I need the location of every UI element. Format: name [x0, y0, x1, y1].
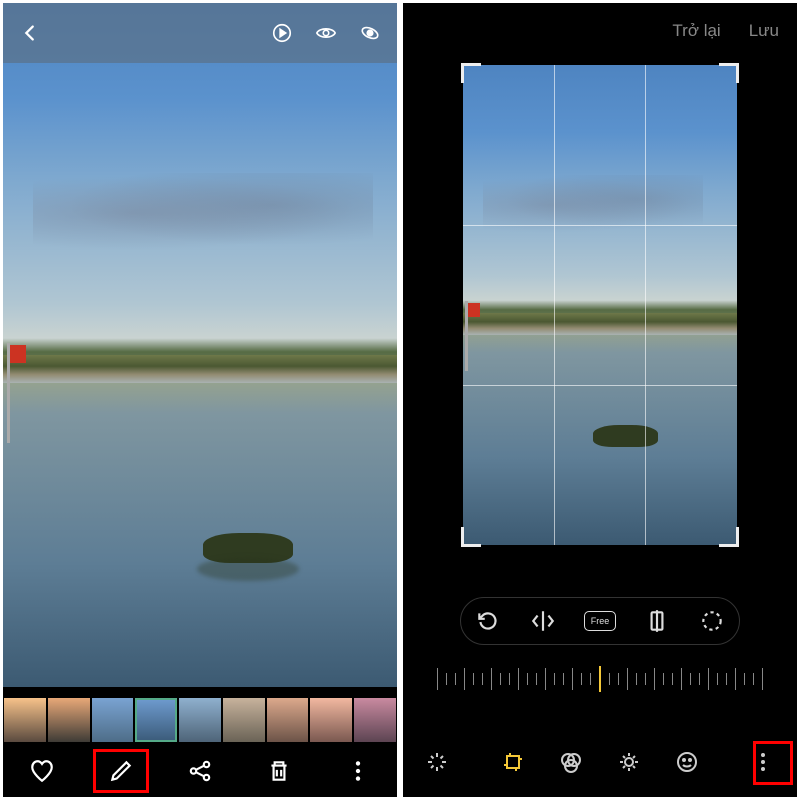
ruler-tick [762, 668, 763, 690]
ruler-tick [572, 668, 573, 690]
aspect-free-icon[interactable]: Free [584, 611, 616, 631]
crop-handle-br[interactable] [719, 527, 739, 547]
photo-flag [10, 345, 26, 363]
photo-main[interactable] [3, 3, 397, 687]
thumbnail[interactable] [92, 698, 134, 742]
dynamic-view-icon[interactable] [359, 22, 381, 44]
ruler-tick [627, 668, 628, 690]
crop-cloud [483, 175, 703, 235]
ruler-tick [446, 673, 447, 685]
ruler-tick [636, 673, 637, 685]
ruler-tick [437, 668, 438, 690]
ruler-tick [554, 673, 555, 685]
ruler-tick [581, 673, 582, 685]
crop-flag [465, 301, 468, 371]
rotation-ruler[interactable] [423, 659, 777, 699]
editor-bottom-bar [403, 727, 797, 797]
thumbnail[interactable] [48, 698, 90, 742]
ruler-tick [536, 673, 537, 685]
ruler-tick [744, 673, 745, 685]
thumbnail-strip[interactable] [3, 695, 397, 745]
transform-icon[interactable] [501, 750, 525, 774]
crop-island [593, 425, 658, 447]
viewer-top-actions [271, 22, 381, 44]
favorite-icon[interactable] [29, 758, 55, 784]
ruler-tick [563, 673, 564, 685]
photo-shoreline [3, 355, 397, 383]
ruler-tick [599, 666, 601, 692]
ruler-tick [590, 673, 591, 685]
viewer-top-bar [3, 3, 397, 63]
ruler-tick [654, 668, 655, 690]
crop-shore [463, 313, 737, 335]
thumbnail[interactable] [135, 698, 177, 742]
grid-line [463, 385, 737, 386]
crop-photo [463, 65, 737, 545]
thumbnail[interactable] [4, 698, 46, 742]
thumbnail[interactable] [267, 698, 309, 742]
ruler-tick [726, 673, 727, 685]
photo-island [203, 533, 293, 563]
ruler-tick [455, 673, 456, 685]
thumbnail[interactable] [223, 698, 265, 742]
ruler-tick [545, 668, 546, 690]
lasso-icon[interactable] [699, 608, 725, 634]
ruler-tick [527, 673, 528, 685]
crop-handle-tl[interactable] [461, 63, 481, 83]
crop-frame[interactable] [463, 65, 737, 545]
ruler-tick [609, 673, 610, 685]
ruler-tick [690, 673, 691, 685]
crop-handle-bl[interactable] [461, 527, 481, 547]
ruler-tick [672, 673, 673, 685]
ruler-tick [663, 673, 664, 685]
perspective-icon[interactable] [644, 608, 670, 634]
thumbnail[interactable] [354, 698, 396, 742]
back-button[interactable] [19, 22, 41, 44]
ruler-tick [645, 673, 646, 685]
ruler-tick [708, 668, 709, 690]
viewer-bottom-bar [3, 745, 397, 797]
photo-cloud [33, 173, 373, 253]
rotate-icon[interactable] [475, 608, 501, 634]
back-button[interactable]: Trở lại [672, 21, 720, 41]
aspect-free-label: Free [591, 616, 610, 626]
auto-icon[interactable] [425, 750, 449, 774]
share-icon[interactable] [187, 758, 213, 784]
save-button[interactable]: Lưu [749, 21, 779, 41]
ruler-tick [753, 673, 754, 685]
editor-top-bar: Trở lại Lưu [403, 3, 797, 59]
ruler-tick [491, 668, 492, 690]
thumbnail[interactable] [179, 698, 221, 742]
motion-photo-icon[interactable] [271, 22, 293, 44]
ruler-tick [518, 668, 519, 690]
flip-icon[interactable] [530, 608, 556, 634]
edit-icon[interactable] [108, 758, 134, 784]
ruler-tick [473, 673, 474, 685]
grid-line [554, 65, 555, 545]
crop-handle-tr[interactable] [719, 63, 739, 83]
ruler-tick [482, 673, 483, 685]
visibility-icon[interactable] [315, 22, 337, 44]
thumbnail[interactable] [310, 698, 352, 742]
delete-icon[interactable] [266, 758, 292, 784]
ruler-tick [500, 673, 501, 685]
more-icon[interactable] [751, 750, 775, 774]
crop-tool-pill: Free [460, 597, 740, 645]
ruler-tick [717, 673, 718, 685]
ruler-tick [699, 673, 700, 685]
ruler-tick [464, 668, 465, 690]
ruler-tick [735, 668, 736, 690]
adjust-icon[interactable] [617, 750, 641, 774]
grid-line [645, 65, 646, 545]
photo-viewer-screen [3, 3, 397, 797]
filters-icon[interactable] [559, 750, 583, 774]
grid-line [463, 225, 737, 226]
ruler-tick [618, 673, 619, 685]
more-icon[interactable] [345, 758, 371, 784]
stickers-icon[interactable] [675, 750, 699, 774]
ruler-tick [509, 673, 510, 685]
photo-editor-screen: Trở lại Lưu Free [403, 3, 797, 797]
ruler-tick [681, 668, 682, 690]
